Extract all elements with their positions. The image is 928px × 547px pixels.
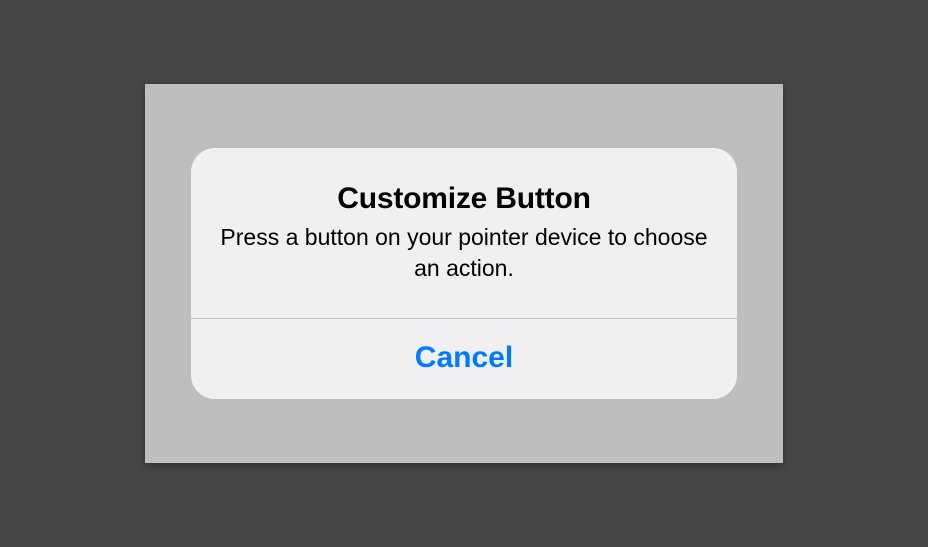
alert-message: Press a button on your pointer device to… — [219, 222, 709, 284]
cancel-button[interactable]: Cancel — [191, 319, 737, 399]
dimmed-backdrop: Customize Button Press a button on your … — [145, 84, 783, 463]
alert-actions: Cancel — [191, 319, 737, 399]
alert-body: Customize Button Press a button on your … — [191, 148, 737, 318]
alert-title: Customize Button — [219, 182, 709, 216]
alert-dialog: Customize Button Press a button on your … — [191, 148, 737, 399]
